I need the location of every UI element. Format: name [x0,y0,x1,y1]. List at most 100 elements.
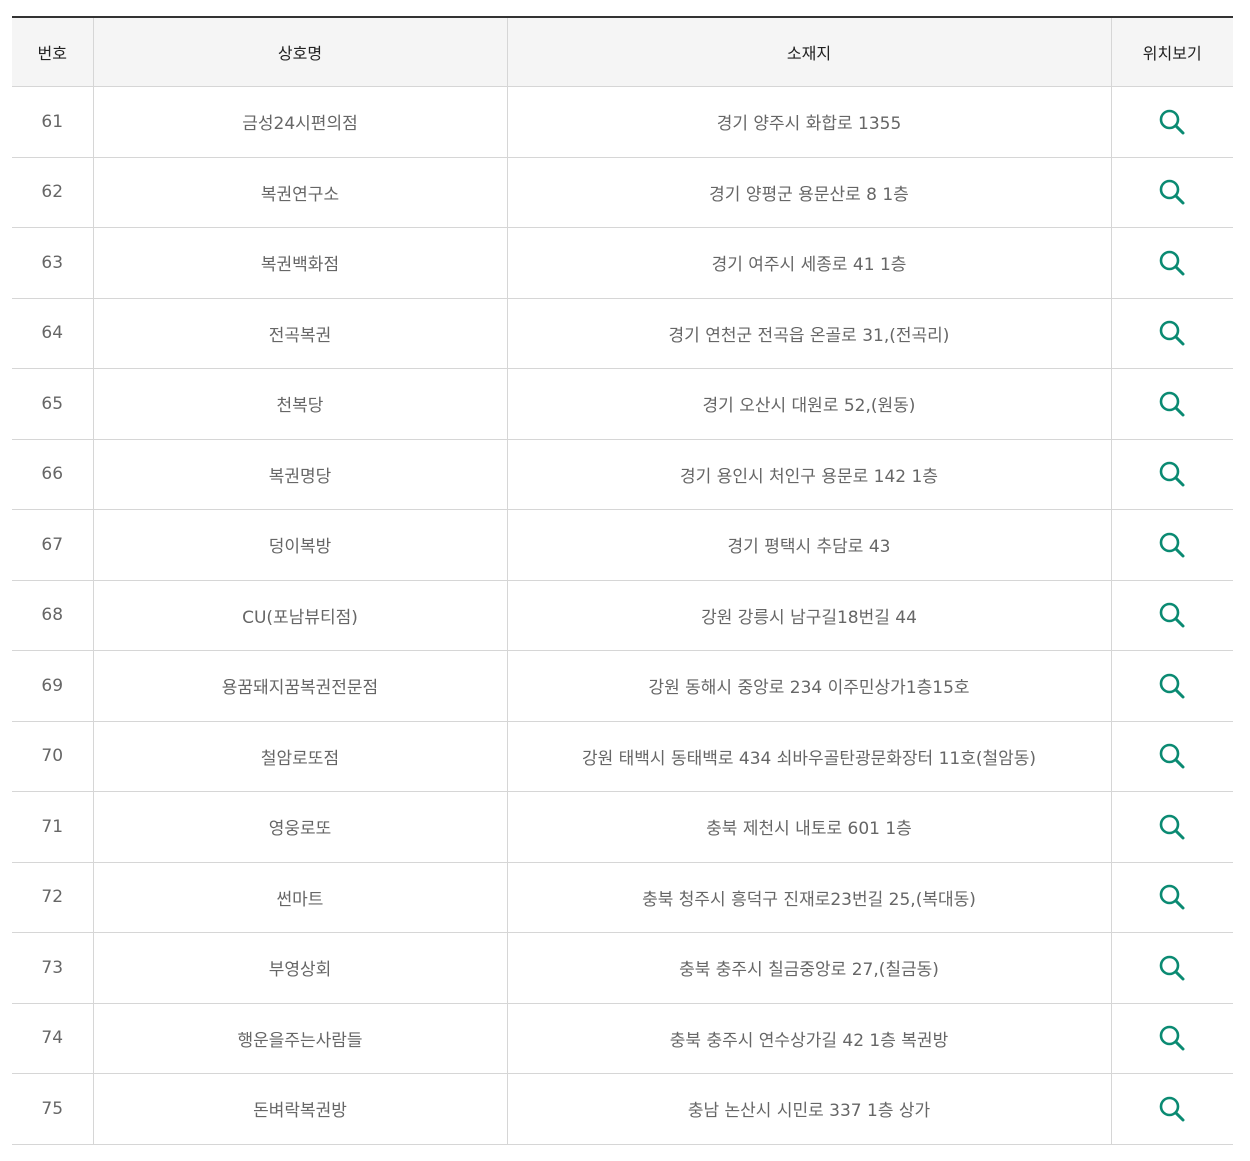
row-store-name: 덩이복방 [92,509,508,581]
search-icon [1159,884,1185,910]
header-number: 번호 [12,17,94,87]
search-icon [1159,1096,1185,1122]
row-store-name: CU(포남뷰티점) [92,579,508,651]
table-row: 74 행운을주는사람들 충북 충주시 연수상가길 42 1층 복권방 [12,1002,1233,1074]
table-row: 66 복권명당 경기 용인시 처인구 용문로 142 1층 [12,438,1233,510]
row-store-name: 전곡복권 [92,297,508,369]
search-icon [1159,532,1185,558]
view-location-button[interactable] [1152,102,1192,142]
row-number: 61 [12,86,94,158]
row-store-name: 천복당 [92,368,508,440]
row-number: 70 [12,720,94,792]
row-store-name: 용꿈돼지꿈복권전문점 [92,650,508,722]
row-location-cell [1110,932,1233,1004]
row-location-cell [1110,509,1233,581]
table-row: 64 전곡복권 경기 연천군 전곡읍 온골로 31,(전곡리) [12,297,1233,369]
row-store-name: 복권백화점 [92,227,508,299]
row-address: 강원 동해시 중앙로 234 이주민상가1층15호 [506,650,1112,722]
table-row: 65 천복당 경기 오산시 대원로 52,(원동) [12,368,1233,440]
search-icon [1159,320,1185,346]
view-location-button[interactable] [1152,948,1192,988]
table-row: 75 돈벼락복권방 충남 논산시 시민로 337 1층 상가 [12,1073,1233,1145]
view-location-button[interactable] [1152,384,1192,424]
search-icon [1159,814,1185,840]
row-store-name: 썬마트 [92,861,508,933]
search-icon [1159,179,1185,205]
row-address: 강원 태백시 동태백로 434 쇠바우골탄광문화장터 11호(철암동) [506,720,1112,792]
row-address: 충북 충주시 칠금중앙로 27,(칠금동) [506,932,1112,1004]
row-store-name: 복권연구소 [92,156,508,228]
view-location-button[interactable] [1152,525,1192,565]
row-number: 75 [12,1073,94,1145]
row-number: 64 [12,297,94,369]
row-address: 충북 제천시 내토로 601 1층 [506,791,1112,863]
row-location-cell [1110,861,1233,933]
table-row: 69 용꿈돼지꿈복권전문점 강원 동해시 중앙로 234 이주민상가1층15호 [12,650,1233,722]
row-store-name: 행운을주는사람들 [92,1002,508,1074]
view-location-button[interactable] [1152,243,1192,283]
row-number: 69 [12,650,94,722]
view-location-button[interactable] [1152,172,1192,212]
view-location-button[interactable] [1152,736,1192,776]
search-icon [1159,743,1185,769]
row-location-cell [1110,368,1233,440]
view-location-button[interactable] [1152,807,1192,847]
table-row: 71 영웅로또 충북 제천시 내토로 601 1층 [12,791,1233,863]
row-number: 73 [12,932,94,1004]
header-address: 소재지 [506,17,1112,87]
view-location-button[interactable] [1152,1089,1192,1129]
view-location-button[interactable] [1152,1018,1192,1058]
view-location-button[interactable] [1152,666,1192,706]
row-address: 경기 여주시 세종로 41 1층 [506,227,1112,299]
store-list-container: 번호 상호명 소재지 위치보기 61 금성24시편의점 경기 양주시 화합로 135… [12,16,1233,1145]
table-body: 61 금성24시편의점 경기 양주시 화합로 1355 62 복권연구소 경기 양평군 용… [12,86,1233,1145]
row-location-cell [1110,156,1233,228]
view-location-button[interactable] [1152,877,1192,917]
row-store-name: 영웅로또 [92,791,508,863]
table-row: 61 금성24시편의점 경기 양주시 화합로 1355 [12,86,1233,158]
store-table: 번호 상호명 소재지 위치보기 61 금성24시편의점 경기 양주시 화합로 135… [12,16,1233,1145]
view-location-button[interactable] [1152,454,1192,494]
row-number: 74 [12,1002,94,1074]
row-number: 65 [12,368,94,440]
table-header: 번호 상호명 소재지 위치보기 [12,17,1233,87]
table-row: 72 썬마트 충북 청주시 흥덕구 진재로23번길 25,(복대동) [12,861,1233,933]
row-store-name: 금성24시편의점 [92,86,508,158]
row-address: 충북 청주시 흥덕구 진재로23번길 25,(복대동) [506,861,1112,933]
row-store-name: 부영상회 [92,932,508,1004]
row-number: 67 [12,509,94,581]
row-location-cell [1110,438,1233,510]
row-number: 63 [12,227,94,299]
search-icon [1159,461,1185,487]
table-row: 70 철암로또점 강원 태백시 동태백로 434 쇠바우골탄광문화장터 11호(철암… [12,720,1233,792]
view-location-button[interactable] [1152,313,1192,353]
row-address: 경기 연천군 전곡읍 온골로 31,(전곡리) [506,297,1112,369]
row-location-cell [1110,1002,1233,1074]
row-address: 충남 논산시 시민로 337 1층 상가 [506,1073,1112,1145]
search-icon [1159,673,1185,699]
search-icon [1159,955,1185,981]
row-address: 경기 양평군 용문산로 8 1층 [506,156,1112,228]
search-icon [1159,602,1185,628]
row-number: 62 [12,156,94,228]
search-icon [1159,250,1185,276]
header-store-name: 상호명 [92,17,508,87]
row-address: 경기 용인시 처인구 용문로 142 1층 [506,438,1112,510]
row-location-cell [1110,86,1233,158]
search-icon [1159,1025,1185,1051]
row-number: 66 [12,438,94,510]
view-location-button[interactable] [1152,595,1192,635]
row-address: 강원 강릉시 남구길18번길 44 [506,579,1112,651]
row-number: 68 [12,579,94,651]
row-address: 경기 오산시 대원로 52,(원동) [506,368,1112,440]
table-row: 67 덩이복방 경기 평택시 추담로 43 [12,509,1233,581]
row-location-cell [1110,227,1233,299]
table-row: 73 부영상회 충북 충주시 칠금중앙로 27,(칠금동) [12,932,1233,1004]
row-location-cell [1110,791,1233,863]
row-location-cell [1110,720,1233,792]
table-row: 62 복권연구소 경기 양평군 용문산로 8 1층 [12,156,1233,228]
search-icon [1159,109,1185,135]
row-store-name: 철암로또점 [92,720,508,792]
row-address: 경기 양주시 화합로 1355 [506,86,1112,158]
row-number: 71 [12,791,94,863]
